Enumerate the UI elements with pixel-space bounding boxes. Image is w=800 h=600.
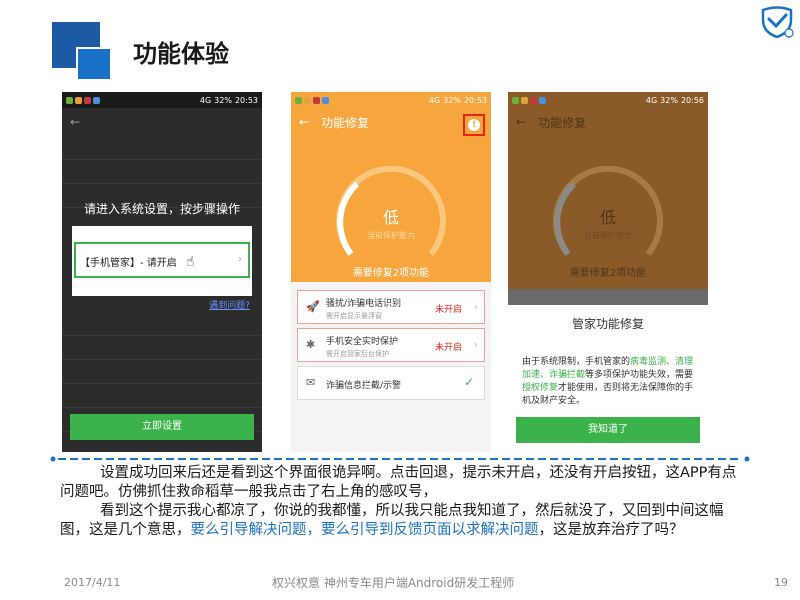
app-bar: ← (62, 108, 262, 136)
instruction-card: 【手机管家】- 请开启 ☝ › (72, 226, 252, 296)
footer-author: 权兴权意 神州专车用户端Android研发工程师 (272, 576, 515, 590)
status-badge: 未开启 (434, 343, 462, 353)
repair-dialog: 管家功能修复 由于系统限制，手机管家的病毒监测、清理加速、诈骗拦截等多项保护功能… (508, 305, 708, 452)
status-badge: 未开启 (434, 305, 462, 315)
footer-date: 2017/4/11 (64, 576, 121, 589)
chevron-right-icon: › (473, 338, 478, 351)
rocket-icon: 🚀 (306, 300, 320, 313)
screen-title: 功能修复 (321, 115, 370, 130)
phone-screenshot-dialog: 4G 32% 20:56 ← 功能修复 低 当前保护能力 需要修复2项功能 管家… (508, 92, 708, 452)
shield-check-icon (761, 6, 794, 38)
set-now-button[interactable]: 立即设置 (70, 414, 254, 440)
list-item[interactable]: 🚀 骚扰/诈骗电话识别 需开启显示悬浮窗 未开启 › (297, 290, 485, 324)
screen-title: 功能修复 (538, 115, 587, 130)
status-time: 20:56 (680, 95, 704, 105)
signal-label: 4G (645, 95, 658, 105)
item-title: 诈骗信息拦截/示警 (326, 381, 402, 391)
status-bar: 4G 32% 20:53 (291, 92, 491, 108)
bug-icon: ✱ (306, 338, 316, 351)
enable-item-label: 【手机管家】- 请开启 (80, 258, 177, 269)
back-arrow-icon: ← (516, 115, 527, 129)
message-alert-icon: ✉ (306, 376, 316, 389)
signal-label: 4G (199, 95, 212, 105)
title-decor-square-small (76, 47, 112, 81)
repair-list: 🚀 骚扰/诈骗电话识别 需开启显示悬浮窗 未开启 › ✱ 手机安全实时保护 需开… (291, 282, 491, 412)
app-bar: ← 功能修复 (291, 108, 491, 136)
help-link[interactable]: 遇到问题? (209, 298, 250, 311)
battery-label: 32% (214, 95, 232, 105)
chevron-right-icon: › (473, 300, 478, 313)
repair-header: 4G 32% 20:53 ← 功能修复 ! 低 当前保护能力 需要修复2项功能 (291, 92, 491, 282)
dimmed-repair-header: 4G 32% 20:56 ← 功能修复 低 当前保护能力 需要修复2项功能 (508, 92, 708, 289)
list-item[interactable]: ✉ 诈骗信息拦截/示警 ✓ (297, 366, 485, 400)
status-time: 20:53 (234, 95, 258, 105)
battery-label: 32% (660, 95, 678, 105)
back-arrow-icon[interactable]: ← (299, 115, 309, 129)
phone-screenshot-settings: 4G 32% 20:53 ← 请进入系统设置，按步骤操作 【手机管家】- 请开启… (62, 92, 262, 452)
info-button[interactable]: ! (463, 114, 485, 136)
need-fix-text: 需要修复2项功能 (569, 268, 647, 279)
slide-title: 功能体验 (133, 40, 229, 68)
status-bar: 4G 32% 20:56 (508, 92, 708, 108)
back-arrow-icon[interactable]: ← (70, 115, 80, 129)
protection-level: 低 (382, 208, 399, 227)
status-time: 20:53 (463, 95, 487, 105)
dashed-divider (50, 456, 750, 462)
page-number: 19 (774, 576, 788, 589)
app-bar: ← 功能修复 (508, 108, 708, 136)
list-item[interactable]: ✱ 手机安全实时保护 需开启管家后台保护 未开启 › (297, 328, 485, 362)
need-fix-text: 需要修复2项功能 (352, 268, 430, 279)
chevron-right-icon: › (238, 254, 242, 265)
protection-level: 低 (599, 208, 616, 227)
dialog-title: 管家功能修复 (571, 317, 644, 331)
pointer-hand-icon: ☝ (186, 254, 195, 270)
checkmark-icon: ✓ (463, 375, 474, 389)
status-bar: 4G 32% 20:53 (62, 92, 262, 108)
signal-label: 4G (428, 95, 441, 105)
exclamation-icon: ! (468, 119, 480, 131)
phone-screenshot-repair: 4G 32% 20:53 ← 功能修复 ! 低 当前保护能力 需要修复2项功能 … (291, 92, 491, 452)
protection-level-caption: 当前保护能力 (584, 231, 632, 240)
description-text: 设置成功回来后还是看到这个界面很诡异啊。点击回退，提示未开启，还没有开启按钮，这… (60, 465, 737, 538)
dialog-body: 由于系统限制，手机管家的病毒监测、清理加速、诈骗拦截等多项保护功能失效，需要授权… (522, 357, 694, 406)
protection-level-caption: 当前保护能力 (367, 231, 415, 240)
got-it-button[interactable]: 我知道了 (516, 417, 700, 443)
enable-item[interactable]: 【手机管家】- 请开启 ☝ › (74, 242, 250, 278)
battery-label: 32% (443, 95, 461, 105)
instruction-text: 请进入系统设置，按步骤操作 (83, 202, 240, 216)
